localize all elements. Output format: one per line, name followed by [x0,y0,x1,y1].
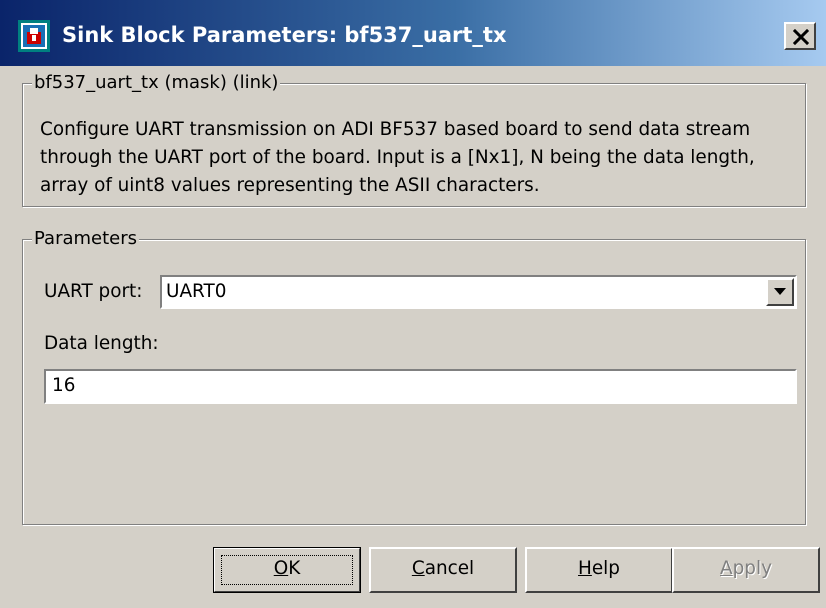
cancel-label-rest: ancel [424,558,475,579]
cancel-mnemonic: C [411,558,425,579]
uart-port-dropdown-button[interactable] [766,278,794,306]
ok-mnemonic: O [273,558,289,579]
close-button[interactable] [784,22,816,50]
data-length-input[interactable]: 16 [44,369,797,404]
window-title: Sink Block Parameters: bf537_uart_tx [62,23,507,47]
title-bar[interactable]: Sink Block Parameters: bf537_uart_tx [0,0,826,66]
uart-port-select[interactable]: UART0 [160,275,797,309]
parameters-group-legend: Parameters [32,228,140,250]
apply-button[interactable]: Apply [672,547,820,593]
help-button[interactable]: Help [525,547,673,593]
data-length-label: Data length: [44,333,159,354]
help-label-rest: elp [591,558,620,579]
apply-label-rest: pply [732,558,772,579]
cancel-button[interactable]: Cancel [369,547,517,593]
simulink-block-icon [18,20,50,52]
close-icon [793,29,809,45]
block-description: Configure UART transmission on ADI BF537… [40,119,755,196]
apply-mnemonic: A [720,558,733,579]
help-mnemonic: H [578,558,592,579]
chevron-down-icon [774,288,786,295]
uart-port-value: UART0 [166,281,227,302]
ok-button[interactable]: OK [213,547,361,593]
mask-group-legend: bf537_uart_tx (mask) (link) [32,72,281,94]
uart-port-label: UART port: [44,281,143,302]
block-parameters-dialog: Sink Block Parameters: bf537_uart_tx bf5… [0,0,826,608]
ok-label-rest: K [288,558,301,579]
